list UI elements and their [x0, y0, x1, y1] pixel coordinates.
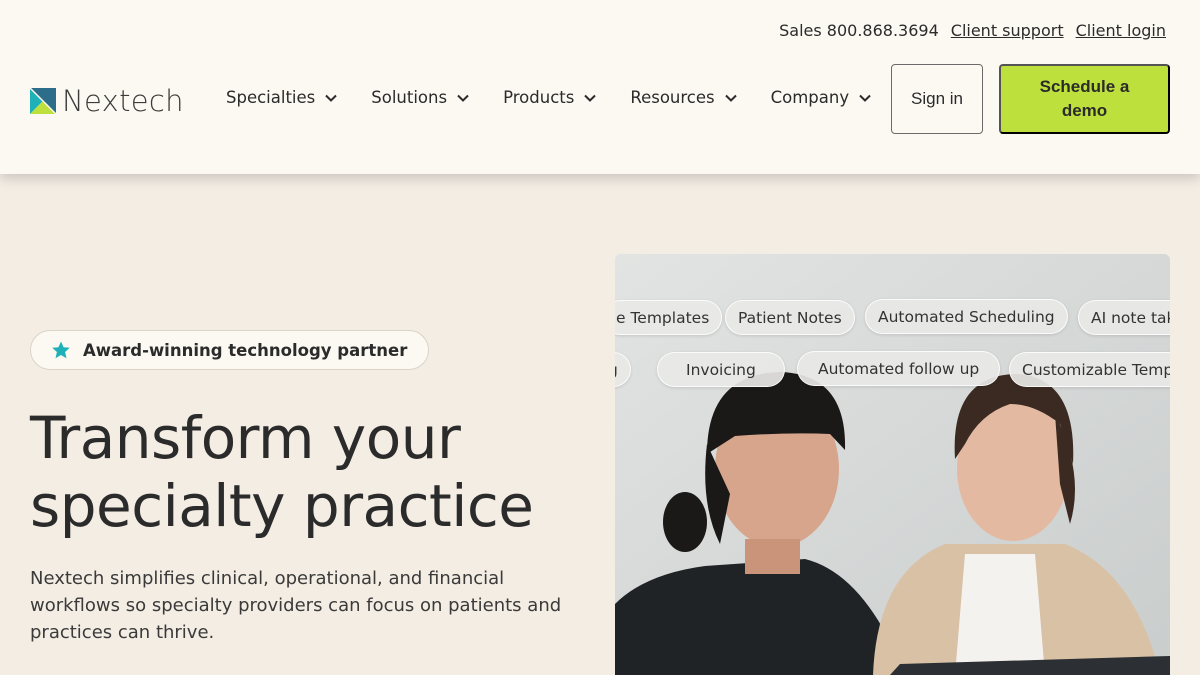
hero-image: e Templates Patient Notes Automated Sche…	[615, 254, 1170, 675]
chevron-down-icon	[859, 94, 871, 102]
utility-bar: Sales 800.868.3694 Client support Client…	[779, 21, 1166, 40]
nav-company[interactable]: Company	[771, 88, 872, 107]
nav-label: Solutions	[371, 88, 448, 107]
nav-label: Products	[503, 88, 575, 107]
client-support-link[interactable]: Client support	[951, 21, 1064, 40]
feature-chip: Patient Notes	[725, 300, 855, 335]
client-login-link[interactable]: Client login	[1076, 21, 1166, 40]
nextech-logo-icon	[30, 88, 56, 114]
feature-chip: AI note tak	[1078, 300, 1170, 335]
nav-specialties[interactable]: Specialties	[226, 88, 337, 107]
badge-text: Award-winning technology partner	[83, 340, 408, 360]
award-badge: Award-winning technology partner	[30, 330, 430, 370]
logo-wordmark: Nextech	[62, 84, 184, 118]
nav-products[interactable]: Products	[503, 88, 597, 107]
hero-headline: Transform your specialty practice	[30, 404, 534, 540]
chevron-down-icon	[457, 94, 469, 102]
chevron-down-icon	[724, 94, 737, 102]
feature-chip: Invoicing	[657, 352, 785, 387]
feature-chip: Automated Scheduling	[865, 299, 1068, 334]
site-header: Sales 800.868.3694 Client support Client…	[0, 0, 1200, 174]
hero-subtext: Nextech simplifies clinical, operational…	[30, 568, 562, 643]
nav-label: Company	[770, 88, 850, 107]
star-icon	[52, 341, 70, 359]
nav-label: Specialties	[226, 88, 316, 107]
feature-chip: Customizable Temp	[1009, 352, 1170, 387]
chevron-down-icon	[325, 94, 337, 102]
feature-chip: Automated follow up	[797, 351, 1001, 386]
schedule-demo-button[interactable]: Schedule a demo	[999, 64, 1170, 134]
main-nav: Specialties Solutions Products Resources…	[226, 88, 905, 107]
chevron-down-icon	[584, 94, 597, 102]
nav-label: Resources	[630, 88, 715, 107]
sales-phone[interactable]: Sales 800.868.3694	[779, 21, 939, 40]
nav-resources[interactable]: Resources	[630, 88, 737, 107]
nextech-logo[interactable]: Nextech	[30, 84, 184, 118]
feature-chip: e Templates	[615, 300, 723, 335]
nav-solutions[interactable]: Solutions	[371, 88, 469, 107]
sign-in-button[interactable]: Sign in	[891, 64, 983, 134]
